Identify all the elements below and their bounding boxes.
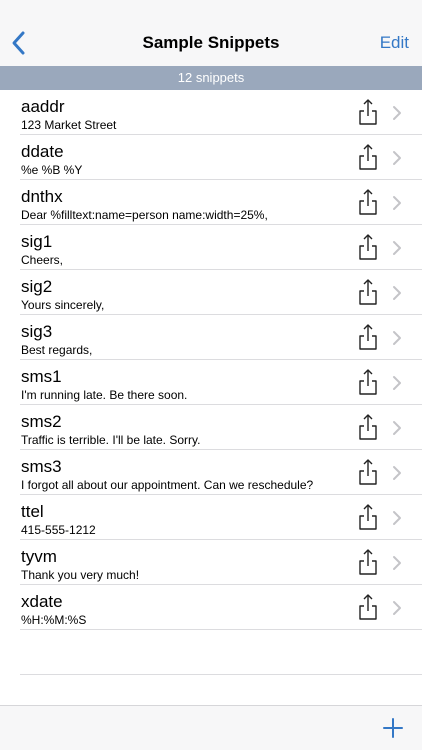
share-button[interactable] bbox=[358, 548, 378, 576]
snippet-text: I'm running late. Be there soon. bbox=[21, 388, 188, 402]
share-button[interactable] bbox=[358, 458, 378, 486]
share-icon bbox=[359, 99, 377, 125]
snippet-name: sig3 bbox=[21, 322, 53, 341]
chevron-right-icon bbox=[393, 106, 401, 120]
share-button[interactable] bbox=[358, 143, 378, 171]
snippet-name: sig1 bbox=[21, 232, 53, 251]
snippet-row[interactable]: sig1 Cheers, bbox=[0, 225, 422, 270]
chevron-right-icon bbox=[393, 196, 401, 210]
navigation-bar: Sample Snippets Edit bbox=[0, 0, 422, 66]
share-icon bbox=[359, 144, 377, 170]
snippet-text: I forgot all about our appointment. Can … bbox=[21, 478, 314, 492]
empty-row bbox=[0, 630, 422, 675]
snippet-row[interactable]: ttel 415-555-1212 bbox=[0, 495, 422, 540]
snippet-text: 123 Market Street bbox=[21, 118, 117, 132]
snippet-row[interactable]: sms1 I'm running late. Be there soon. bbox=[0, 360, 422, 405]
snippet-text: Traffic is terrible. I'll be late. Sorry… bbox=[21, 433, 201, 447]
snippet-row[interactable]: xdate %H:%M:%S bbox=[0, 585, 422, 630]
snippet-text: Best regards, bbox=[21, 343, 93, 357]
snippet-row[interactable]: sms2 Traffic is terrible. I'll be late. … bbox=[0, 405, 422, 450]
page-title: Sample Snippets bbox=[142, 33, 280, 52]
snippet-name: sms3 bbox=[21, 457, 62, 476]
share-icon bbox=[359, 414, 377, 440]
chevron-right-icon bbox=[393, 601, 401, 615]
share-button[interactable] bbox=[358, 233, 378, 261]
snippet-text: Cheers, bbox=[21, 253, 64, 267]
snippet-name: sig2 bbox=[21, 277, 53, 296]
share-button[interactable] bbox=[358, 503, 378, 531]
share-icon bbox=[359, 234, 377, 260]
snippet-row[interactable]: sig2 Yours sincerely, bbox=[0, 270, 422, 315]
snippet-row[interactable]: sms3 I forgot all about our appointment.… bbox=[0, 450, 422, 495]
share-icon bbox=[359, 279, 377, 305]
share-icon bbox=[359, 594, 377, 620]
snippet-text: %H:%M:%S bbox=[21, 613, 87, 627]
snippet-text: Dear %filltext:name=person name:width=25… bbox=[21, 208, 268, 222]
snippet-row[interactable]: tyvm Thank you very much! bbox=[0, 540, 422, 585]
chevron-right-icon bbox=[393, 556, 401, 570]
share-button[interactable] bbox=[358, 368, 378, 396]
bottom-toolbar bbox=[0, 705, 422, 750]
share-button[interactable] bbox=[358, 413, 378, 441]
snippet-name: ddate bbox=[21, 142, 64, 161]
share-button[interactable] bbox=[358, 98, 378, 126]
snippet-name: sms1 bbox=[21, 367, 62, 386]
share-icon bbox=[359, 504, 377, 530]
snippet-name: xdate bbox=[21, 592, 63, 611]
chevron-right-icon bbox=[393, 511, 401, 525]
share-button[interactable] bbox=[358, 188, 378, 216]
chevron-right-icon bbox=[393, 151, 401, 165]
add-snippet-button[interactable] bbox=[382, 717, 404, 739]
share-button[interactable] bbox=[358, 323, 378, 351]
snippet-name: aaddr bbox=[21, 97, 65, 116]
snippet-name: sms2 bbox=[21, 412, 62, 431]
snippet-text: 415-555-1212 bbox=[21, 523, 96, 537]
share-button[interactable] bbox=[358, 593, 378, 621]
snippet-name: tyvm bbox=[21, 547, 57, 566]
snippet-row[interactable]: dnthx Dear %filltext:name=person name:wi… bbox=[0, 180, 422, 225]
snippet-text: Yours sincerely, bbox=[21, 298, 105, 312]
snippet-text: Thank you very much! bbox=[21, 568, 140, 582]
chevron-right-icon bbox=[393, 331, 401, 345]
share-icon bbox=[359, 369, 377, 395]
snippet-row[interactable]: sig3 Best regards, bbox=[0, 315, 422, 360]
chevron-right-icon bbox=[393, 241, 401, 255]
share-button[interactable] bbox=[358, 278, 378, 306]
share-icon bbox=[359, 324, 377, 350]
share-icon bbox=[359, 189, 377, 215]
snippet-name: ttel bbox=[21, 502, 44, 521]
snippet-list: aaddr 123 Market Street ddate %e %B %Y d… bbox=[0, 90, 422, 675]
snippet-name: dnthx bbox=[21, 187, 63, 206]
chevron-right-icon bbox=[393, 286, 401, 300]
chevron-right-icon bbox=[393, 421, 401, 435]
plus-icon bbox=[383, 718, 403, 738]
snippet-row[interactable]: aaddr 123 Market Street bbox=[0, 90, 422, 135]
share-icon bbox=[359, 549, 377, 575]
chevron-right-icon bbox=[393, 376, 401, 390]
chevron-right-icon bbox=[393, 466, 401, 480]
share-icon bbox=[359, 459, 377, 485]
edit-button[interactable]: Edit bbox=[380, 33, 409, 53]
snippet-row[interactable]: ddate %e %B %Y bbox=[0, 135, 422, 180]
snippet-count-bar: 12 snippets bbox=[0, 66, 422, 90]
snippet-text: %e %B %Y bbox=[21, 163, 83, 177]
